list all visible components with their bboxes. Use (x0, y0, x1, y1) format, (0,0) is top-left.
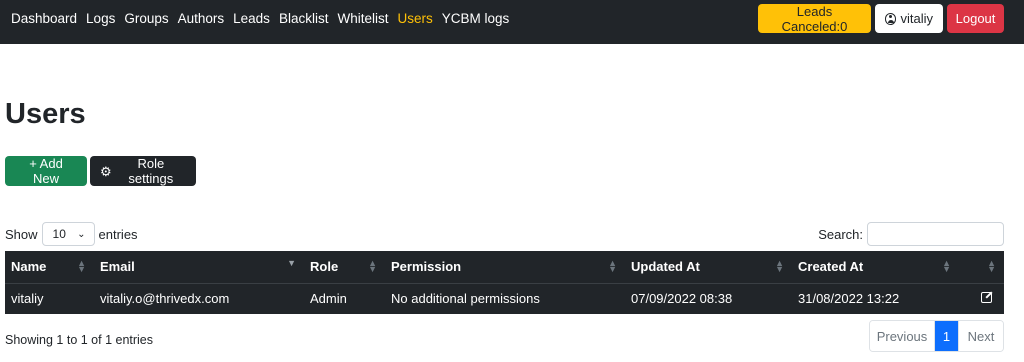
entries-length-value: 10 (52, 227, 66, 241)
nav-link-authors[interactable]: Authors (178, 11, 225, 27)
pagination: Previous 1 Next (869, 320, 1004, 352)
role-settings-label: Role settings (128, 156, 174, 186)
entries-length: Show 10 ⌄ entries (5, 222, 138, 246)
column-header-permission[interactable]: Permission ▲ ▼ (385, 251, 625, 284)
nav-links: Dashboard Logs Groups Authors Leads Blac… (11, 11, 518, 27)
page-title: Users (5, 98, 86, 130)
sort-icon: ▲ ▼ (942, 258, 951, 274)
table-search: Search: (818, 222, 1004, 246)
role-settings-button[interactable]: ⚙ Role settings (90, 156, 196, 186)
column-header-actions[interactable]: ▲ ▼ (959, 251, 1004, 284)
column-header-created-at[interactable]: Created At ▲ ▼ (792, 251, 959, 284)
cell-actions (959, 283, 1004, 314)
search-label: Search: (818, 226, 863, 242)
gear-icon: ⚙ (100, 163, 112, 179)
chevron-down-icon: ⌄ (77, 228, 86, 240)
nav-link-ycbm-logs[interactable]: YCBM logs (442, 11, 510, 27)
cell-created-at: 31/08/2022 13:22 (798, 291, 900, 307)
table-header-row: Name ▲ ▼ Email ▼ Role ▲ ▼ Permission ▲ ▼ Update… (5, 251, 1004, 284)
username-label: vitaliy (900, 11, 933, 26)
column-header-updated-at[interactable]: Updated At ▲ ▼ (625, 251, 792, 284)
entries-label: entries (98, 226, 138, 242)
column-header-label: Created At (798, 259, 864, 275)
nav-link-blacklist[interactable]: Blacklist (279, 11, 329, 27)
users-table: Name ▲ ▼ Email ▼ Role ▲ ▼ Permission ▲ ▼ Update… (5, 251, 1004, 314)
show-label: Show (5, 226, 38, 242)
column-header-name[interactable]: Name ▲ ▼ (5, 251, 94, 284)
entries-length-select[interactable]: 10 ⌄ (41, 222, 95, 246)
nav-link-groups[interactable]: Groups (124, 11, 168, 27)
nav-link-dashboard[interactable]: Dashboard (11, 11, 77, 27)
previous-page-button[interactable]: Previous (870, 321, 935, 351)
cell-permission: No additional permissions (391, 291, 540, 307)
column-header-email[interactable]: Email ▼ (94, 251, 304, 284)
leads-canceled-button[interactable]: Leads Canceled:0 (758, 4, 871, 34)
edit-icon[interactable] (981, 292, 992, 304)
sort-icon: ▲ ▼ (77, 258, 86, 274)
column-header-label: Permission (391, 259, 462, 275)
column-header-label: Name (11, 259, 47, 275)
next-page-button[interactable]: Next (959, 321, 1003, 351)
nav-right: Leads Canceled:0 vitaliy Logout (758, 4, 1004, 34)
page-1-button[interactable]: 1 (935, 321, 959, 351)
nav-link-logs[interactable]: Logs (86, 11, 115, 27)
table-row: vitaliy vitaliy.o@thrivedx.com Admin No … (5, 283, 1004, 314)
column-header-label: Updated At (631, 259, 700, 275)
sort-icon: ▲ ▼ (368, 258, 377, 274)
add-new-button[interactable]: + Add New (5, 156, 87, 186)
column-header-label: Role (310, 259, 339, 275)
user-circle-icon (885, 12, 897, 25)
user-menu-button[interactable]: vitaliy (875, 4, 943, 33)
cell-email: vitaliy.o@thrivedx.com (100, 291, 230, 307)
search-input[interactable] (867, 222, 1004, 246)
sort-icon: ▲ ▼ (775, 258, 784, 274)
sort-icon: ▲ ▼ (987, 258, 996, 274)
nav-link-users[interactable]: Users (397, 11, 432, 27)
table-info: Showing 1 to 1 of 1 entries (5, 333, 154, 347)
cell-name: vitaliy (11, 291, 44, 307)
nav-link-whitelist[interactable]: Whitelist (337, 11, 388, 27)
nav-link-leads[interactable]: Leads (233, 11, 270, 27)
cell-updated-at: 07/09/2022 08:38 (631, 291, 733, 307)
sort-icon: ▲ ▼ (608, 258, 617, 274)
page-actions: + Add New ⚙ Role settings (5, 156, 196, 186)
column-header-label: Email (100, 259, 135, 275)
cell-role: Admin (310, 291, 347, 307)
top-navbar: Dashboard Logs Groups Authors Leads Blac… (0, 0, 1024, 44)
column-header-role[interactable]: Role ▲ ▼ (304, 251, 385, 284)
logout-button[interactable]: Logout (947, 4, 1004, 33)
sort-desc-icon: ▼ (287, 258, 296, 268)
